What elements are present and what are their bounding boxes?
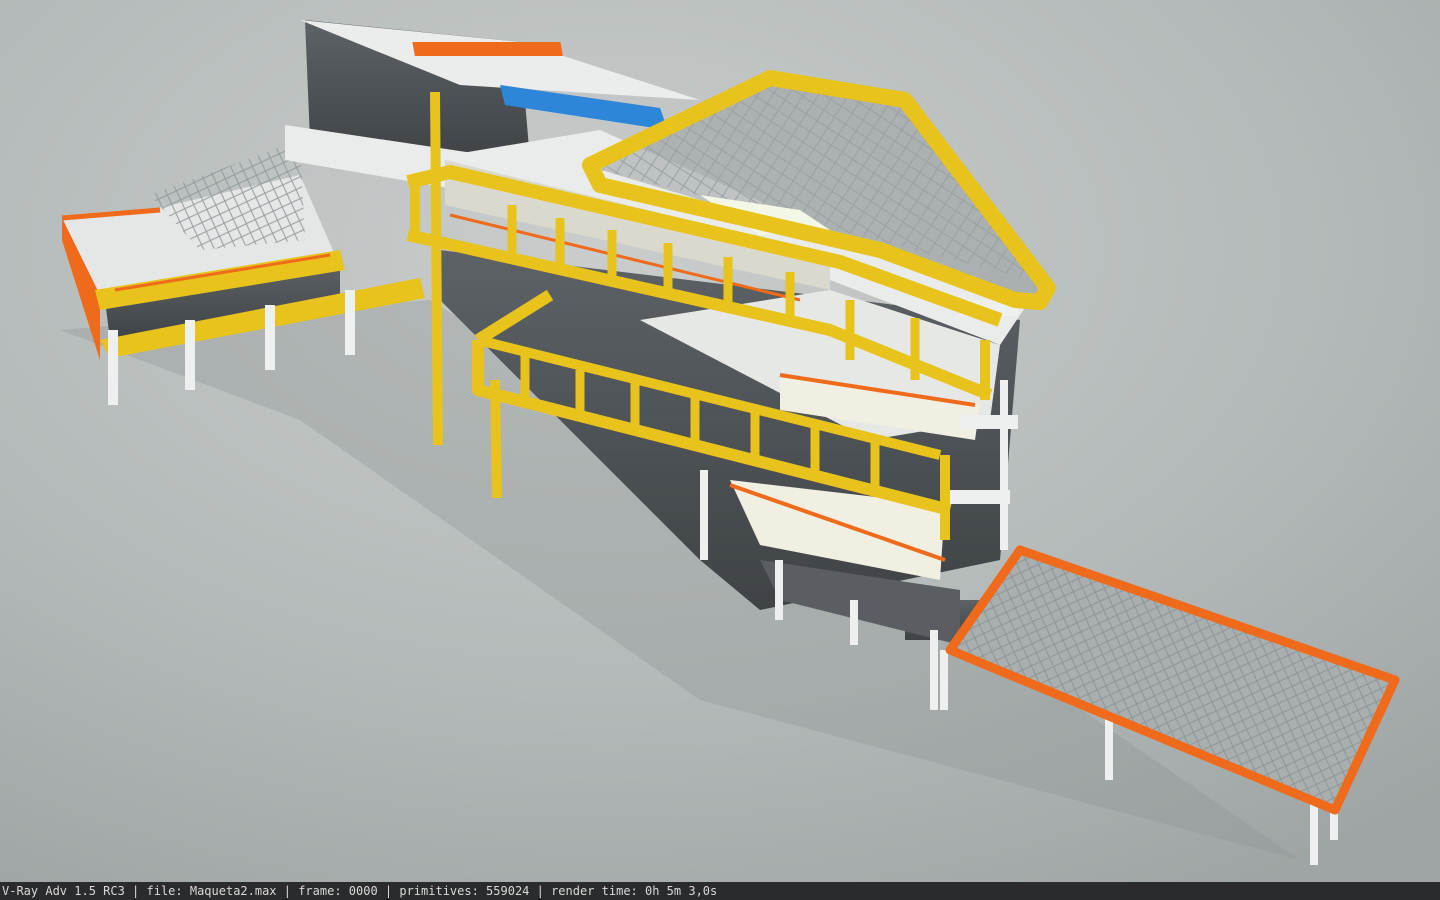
architectural-model-render — [0, 0, 1440, 882]
render-status-bar: V-Ray Adv 1.5 RC3 | file: Maqueta2.max |… — [0, 882, 1440, 900]
render-viewport — [0, 0, 1440, 882]
